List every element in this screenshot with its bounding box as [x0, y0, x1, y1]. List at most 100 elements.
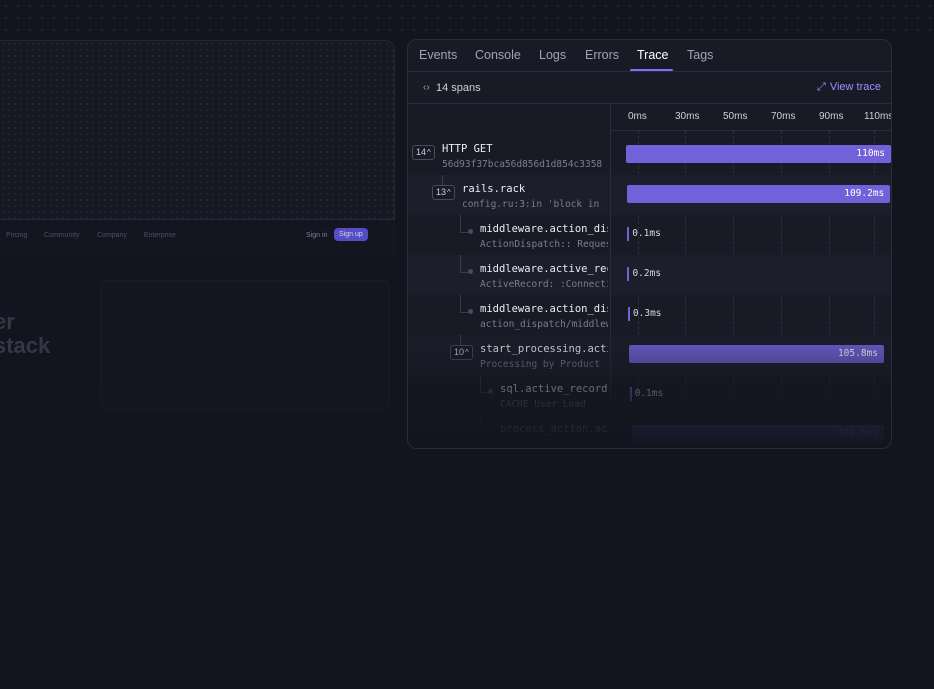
span-detail: Processing by Product	[480, 359, 601, 370]
span-detail: config.ru:3:in 'block in	[462, 199, 600, 210]
span-name: middleware.active_record	[480, 263, 608, 275]
span-detail: action_dispatch/middleware	[480, 319, 608, 330]
span-duration-bar[interactable]: 104.5ms	[632, 425, 884, 443]
collapse-toggle[interactable]: 10^	[450, 345, 473, 360]
view-trace-link[interactable]: ⤢ View trace	[817, 81, 881, 94]
tab-trace[interactable]: Trace	[637, 48, 669, 62]
span-duration-label: 0.1ms	[634, 388, 664, 399]
background-panel	[0, 40, 395, 220]
span-duration-mark[interactable]	[629, 387, 632, 401]
tree-connector	[480, 375, 481, 393]
span-row[interactable]: middleware.action_dispatch action_dispatc…	[408, 295, 891, 335]
child-count: 14	[416, 147, 427, 157]
tab-tags[interactable]: Tags	[687, 48, 713, 62]
span-count-label: 14 spans	[436, 82, 481, 94]
chevron-up-icon: ^	[447, 188, 451, 197]
chevron-up-icon: ^	[427, 148, 431, 157]
collapse-toggle[interactable]: 13^	[432, 185, 455, 200]
span-label-cell: 14^ HTTP GET 56d93f37bca56d856d1d854c3358	[408, 135, 608, 175]
background-website-preview: Pricing Community Company Enterprise Sig…	[0, 220, 395, 420]
bg-nav-community: Community	[44, 232, 80, 239]
chevron-up-icon: ^	[465, 348, 469, 357]
tree-connector	[460, 255, 461, 273]
span-name: HTTP GET	[442, 143, 493, 155]
leaf-dot-icon	[488, 429, 493, 434]
span-row[interactable]: 14^ HTTP GET 56d93f37bca56d856d1d854c3358 1…	[408, 135, 891, 175]
span-row[interactable]: middleware.active_record ActiveRecord: :C…	[408, 255, 891, 295]
bg-nav-company: Company	[97, 232, 127, 239]
span-row[interactable]: sql.active_record CACHE User Load 0.1ms	[408, 375, 891, 415]
tree-connector	[460, 295, 461, 313]
bg-screenshot-thumbnail	[100, 280, 390, 410]
span-count: ‹› 14 spans	[423, 82, 481, 94]
span-detail: 56d93f37bca56d856d1d854c3358	[442, 159, 603, 170]
bg-hero-text: er stack	[0, 310, 50, 358]
leaf-dot-icon	[468, 309, 473, 314]
tab-errors[interactable]: Errors	[585, 48, 619, 62]
bg-sign-in-link: Sign in	[306, 232, 328, 239]
span-row[interactable]: middleware.action_dispatch ActionDispatch…	[408, 215, 891, 255]
span-name: sql.active_record	[500, 383, 608, 395]
tab-logs[interactable]: Logs	[539, 48, 566, 62]
span-label-cell: middleware.action_dispatch ActionDispatch…	[408, 215, 608, 255]
tab-events[interactable]: Events	[419, 48, 457, 62]
active-tab-indicator	[630, 69, 673, 71]
tree-connector	[480, 415, 481, 433]
span-duration-bar[interactable]: 105.8ms	[629, 345, 884, 363]
span-duration-label: 0.1ms	[632, 228, 661, 239]
child-count: 10	[454, 347, 465, 357]
span-label-cell: middleware.active_record ActiveRecord: :C…	[408, 255, 608, 295]
span-name: middleware.action_dispatch	[480, 303, 608, 315]
bg-sign-up-button: Sign up	[334, 228, 368, 241]
span-duration-label: 0.3ms	[632, 308, 662, 319]
span-duration-bar[interactable]: 110ms	[626, 145, 891, 163]
leaf-dot-icon	[468, 229, 473, 234]
dot-grid-decoration	[0, 0, 934, 40]
span-label-cell: 10^ start_processing.action Processing by …	[408, 335, 608, 375]
child-count: 13	[436, 187, 447, 197]
span-duration-mark[interactable]	[627, 307, 630, 321]
span-detail: CACHE User Load	[500, 399, 586, 410]
span-label-cell: middleware.action_dispatch action_dispatc…	[408, 295, 608, 335]
tick-label: 70ms	[771, 111, 796, 122]
span-detail: ActiveRecord: :Connection	[480, 279, 608, 290]
background-nav: Pricing Community Company Enterprise Sig…	[0, 228, 395, 250]
leaf-dot-icon	[468, 269, 473, 274]
collapse-toggle[interactable]: 14^	[412, 145, 435, 160]
bg-hero-line1: er	[0, 309, 15, 334]
span-row[interactable]: 13^ rails.rack config.ru:3:in 'block in 109…	[408, 175, 891, 215]
bg-hero-line2: stack	[0, 333, 51, 358]
bg-nav-enterprise: Enterprise	[144, 232, 176, 239]
span-row[interactable]: 10^ start_processing.action Processing by …	[408, 335, 891, 375]
tree-connector	[460, 215, 461, 233]
span-duration-mark[interactable]	[627, 227, 630, 241]
span-name: process_action.action	[500, 423, 608, 435]
leaf-dot-icon	[488, 389, 493, 394]
span-detail: ActionDispatch:: Request	[480, 239, 608, 250]
tab-console[interactable]: Console	[475, 48, 521, 62]
span-duration-bar[interactable]: 109.2ms	[627, 185, 891, 203]
span-label-cell: 13^ rails.rack config.ru:3:in 'block in	[408, 175, 608, 215]
timeline-axis: 0ms 30ms 50ms 70ms 90ms 110ms	[611, 104, 892, 131]
code-icon: ‹›	[423, 82, 430, 93]
tick-label: 50ms	[723, 111, 748, 122]
tick-label: 110ms	[864, 111, 892, 122]
span-name: start_processing.action	[480, 343, 608, 355]
span-name: middleware.action_dispatch	[480, 223, 608, 235]
trace-panel: Events Console Logs Errors Trace Tags ‹›…	[407, 39, 892, 449]
column-divider[interactable]	[610, 104, 611, 448]
view-trace-label: View trace	[829, 81, 881, 93]
span-summary-bar: ‹› 14 spans ⤢ View trace	[408, 72, 891, 104]
span-duration-label: 0.2ms	[632, 268, 662, 279]
expand-icon: ⤢	[817, 81, 826, 93]
span-label-cell: process_action.action	[408, 415, 608, 448]
tick-label: 30ms	[675, 111, 700, 122]
span-duration-mark[interactable]	[627, 267, 630, 281]
span-row[interactable]: process_action.action 104.5ms	[408, 415, 891, 448]
span-name: rails.rack	[462, 183, 526, 195]
tick-label: 90ms	[819, 111, 844, 122]
bg-nav-pricing: Pricing	[6, 232, 28, 239]
span-label-cell: sql.active_record CACHE User Load	[408, 375, 608, 415]
tab-bar: Events Console Logs Errors Trace Tags	[408, 40, 891, 72]
tick-label: 0ms	[628, 111, 647, 122]
